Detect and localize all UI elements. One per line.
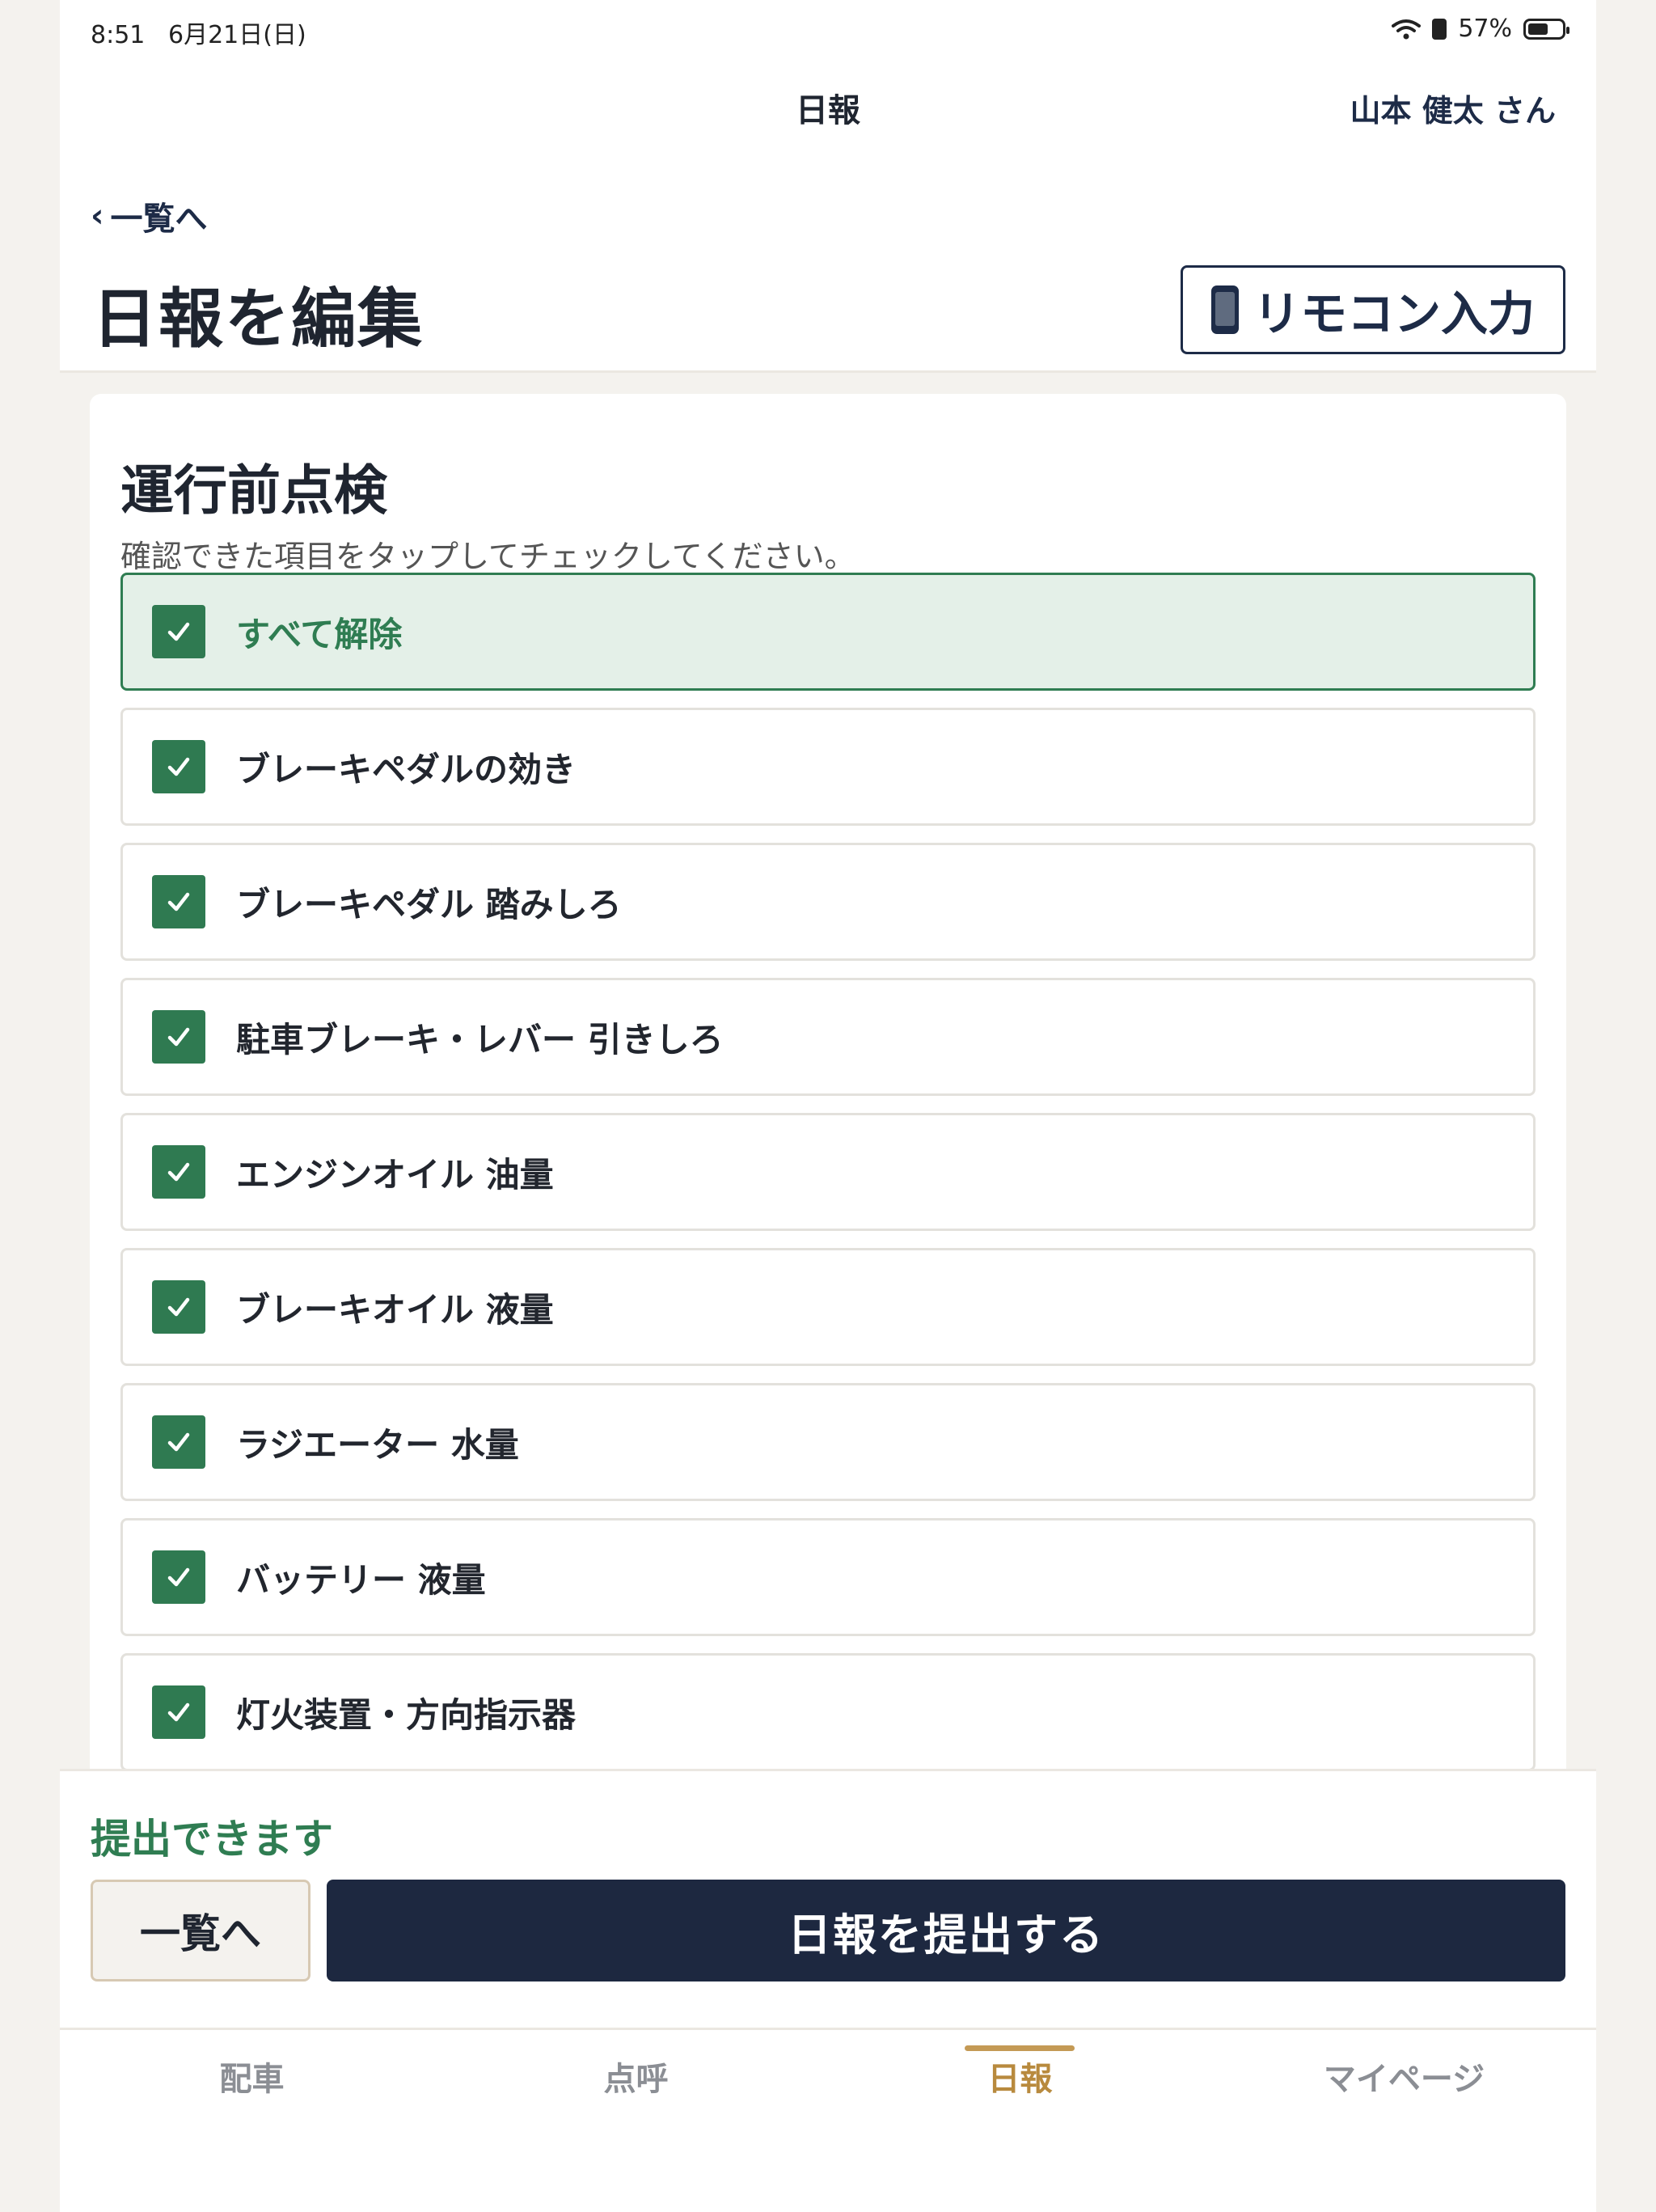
checklist-item[interactable]: ブレーキペダルの効き	[120, 708, 1536, 826]
back-to-list-button[interactable]: 一覧へ	[91, 1880, 310, 1981]
checkbox-checked-icon	[152, 1280, 205, 1334]
back-link-label: 一覧へ	[110, 201, 208, 238]
checklist: すべて解除 ブレーキペダルの効き ブレーキペダル 踏みしろ 駐車ブレーキ・レバー…	[120, 573, 1536, 1769]
checkbox-checked-icon	[152, 1145, 205, 1199]
checklist-item-label: 駐車ブレーキ・レバー 引きしろ	[236, 1019, 724, 1059]
checklist-item-label: ブレーキオイル 液量	[236, 1289, 554, 1330]
remote-input-label: リモコン入力	[1253, 286, 1535, 341]
checkbox-checked-icon	[152, 605, 205, 658]
checklist-item-label: ラジエーター 水量	[236, 1424, 519, 1465]
checkbox-checked-icon	[152, 1550, 205, 1604]
checklist-item-label: ブレーキペダル 踏みしろ	[236, 884, 622, 924]
inspection-card: 運行前点検 確認できた項目をタップしてチェックしてください。 すべて解除 ブレー…	[90, 394, 1566, 1769]
checkbox-checked-icon	[152, 740, 205, 793]
tab-bar: 配車 点呼 日報 マイページ	[60, 2028, 1596, 2212]
checklist-item[interactable]: ラジエーター 水量	[120, 1383, 1536, 1501]
tab-my-page[interactable]: マイページ	[1212, 2053, 1596, 2100]
checklist-item[interactable]: バッテリー 液量	[120, 1518, 1536, 1636]
header-user-name: 山本 健太 さん	[1350, 93, 1556, 129]
submit-report-button[interactable]: 日報を提出する	[327, 1880, 1565, 1981]
active-tab-indicator	[965, 2045, 1075, 2051]
checklist-item-label: 灯火装置・方向指示器	[236, 1694, 577, 1735]
checklist-item-label: バッテリー 液量	[236, 1559, 486, 1600]
tab-roll-call[interactable]: 点呼	[444, 2053, 828, 2100]
checklist-item-label: ブレーキペダルの効き	[236, 749, 577, 789]
checklist-item[interactable]: エンジンオイル 油量	[120, 1113, 1536, 1231]
checklist-item[interactable]: ブレーキオイル 液量	[120, 1248, 1536, 1366]
section-title: 運行前点検	[120, 459, 387, 522]
section-hint: 確認できた項目をタップしてチェックしてください。	[120, 539, 855, 574]
checkbox-checked-icon	[152, 1010, 205, 1064]
tab-daily-report[interactable]: 日報	[828, 2045, 1212, 2100]
mobile-phone-icon	[1210, 285, 1239, 334]
status-bar-indicators: 57%	[1392, 15, 1569, 43]
status-time: 8:51	[91, 21, 146, 49]
checklist-item[interactable]: 駐車ブレーキ・レバー 引きしろ	[120, 978, 1536, 1096]
checkbox-checked-icon	[152, 875, 205, 928]
battery-percent: 57%	[1458, 15, 1512, 43]
submit-status-text: 提出できます	[91, 1816, 333, 1863]
submit-panel: 提出できます 一覧へ 日報を提出する	[60, 1769, 1596, 2030]
wifi-icon	[1392, 19, 1422, 39]
tab-dispatch[interactable]: 配車	[60, 2053, 444, 2100]
content-scroll-area[interactable]: 運行前点検 確認できた項目をタップしてチェックしてください。 すべて解除 ブレー…	[60, 373, 1596, 1769]
checklist-item[interactable]: ブレーキペダル 踏みしろ	[120, 843, 1536, 961]
app-window: 8:51 6月21日(日) 57% 日報 山本 健太 さん ‹ 一覧へ 日報を編…	[60, 0, 1596, 2212]
toggle-all-label: すべて解除	[236, 614, 403, 654]
remote-input-button[interactable]: リモコン入力	[1181, 265, 1565, 354]
status-bar-time: 8:51 6月21日(日)	[91, 15, 306, 50]
checklist-item[interactable]: 灯火装置・方向指示器	[120, 1653, 1536, 1769]
checkbox-checked-icon	[152, 1685, 205, 1739]
page-title: 日報を編集	[92, 281, 424, 357]
battery-icon	[1523, 18, 1569, 40]
back-to-list-link[interactable]: ‹ 一覧へ	[91, 192, 207, 239]
chevron-left-icon: ‹	[91, 197, 104, 235]
checklist-item-label: エンジンオイル 油量	[236, 1154, 554, 1195]
status-date: 6月21日(日)	[167, 21, 306, 49]
checkbox-checked-icon	[152, 1415, 205, 1469]
tab-daily-report-label: 日報	[987, 2061, 1053, 2098]
toggle-all-checkbox-row[interactable]: すべて解除	[120, 573, 1536, 691]
orientation-lock-icon	[1432, 18, 1447, 40]
